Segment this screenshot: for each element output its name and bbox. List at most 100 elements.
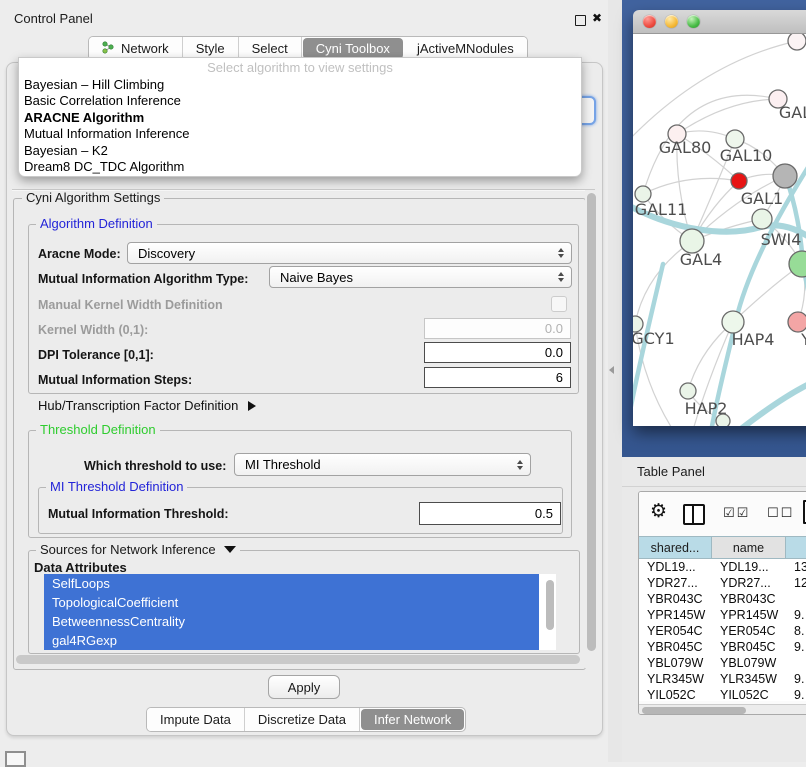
which-threshold-value: MI Threshold <box>245 457 321 472</box>
network-node-hap2[interactable] <box>680 383 696 399</box>
table-row[interactable]: YDL19...YDL19...13 <box>639 559 806 575</box>
which-threshold-select[interactable]: MI Threshold <box>234 453 531 476</box>
zoom-traffic-light-icon[interactable] <box>687 15 700 28</box>
table-row[interactable]: YPR145WYPR145W9. <box>639 607 806 623</box>
table-cell: 13 <box>786 559 806 575</box>
algorithm-option[interactable]: Bayesian – Hill Climbing <box>19 77 581 93</box>
attribute-item[interactable]: TopologicalCoefficient <box>44 593 539 612</box>
column-header[interactable]: name <box>712 536 786 559</box>
control-panel-title: Control Panel <box>14 11 93 26</box>
mi-threshold-input[interactable]: 0.5 <box>419 502 561 525</box>
apply-button[interactable]: Apply <box>268 675 340 699</box>
tab-cyni-toolbox[interactable]: Cyni Toolbox <box>303 38 403 59</box>
table-cell: 9. <box>786 607 806 623</box>
table-cell: YIL052C <box>639 687 712 701</box>
network-node-y-node[interactable] <box>788 312 806 332</box>
attribute-item[interactable]: gal4RGexp <box>44 631 539 650</box>
mi-algorithm-type-select[interactable]: Naive Bayes <box>269 266 572 288</box>
manual-kernel-width-checkbox[interactable] <box>551 296 567 312</box>
dpi-tolerance-input[interactable]: 0.0 <box>424 342 571 363</box>
cyni-algorithm-settings-title: Cyni Algorithm Settings <box>22 191 164 205</box>
tab-impute-data-label: Impute Data <box>160 712 231 727</box>
manual-kernel-width-label: Manual Kernel Width Definition <box>38 298 223 312</box>
network-node-node-bottom-partial[interactable] <box>716 414 730 426</box>
control-panel-window: Control Panel ✖ Network Style Select Cyn… <box>0 0 608 744</box>
settings-vertical-scrollbar[interactable] <box>585 190 598 668</box>
aracne-mode-label: Aracne Mode: <box>38 247 121 261</box>
table-cell: YBR043C <box>639 591 712 607</box>
attribute-item[interactable]: BetweennessCentrality <box>44 612 539 631</box>
sources-group-title[interactable]: Sources for Network Inference <box>36 543 240 557</box>
algorithm-option[interactable]: Dream8 DC_TDC Algorithm <box>19 159 581 175</box>
tab-discretize-data[interactable]: Discretize Data <box>245 708 360 731</box>
right-column: GALGAL80GAL10GAL11GAL1SWI4GAL4GCY1HAP4YH… <box>622 0 806 762</box>
panel-divider[interactable] <box>608 0 622 762</box>
table-row[interactable]: YBR043CYBR043C <box>639 591 806 607</box>
algorithm-option[interactable]: Basic Correlation Inference <box>19 93 581 109</box>
data-attributes-list[interactable]: SelfLoopsTopologicalCoefficientBetweenne… <box>44 574 556 650</box>
select-all-checkboxes-icon[interactable]: ☑☑ <box>723 506 750 521</box>
float-window-icon[interactable] <box>575 15 586 26</box>
table-cell: YDL19... <box>639 559 712 575</box>
table-cell: YBL079W <box>639 655 712 671</box>
table-horizontal-scrollbar[interactable] <box>639 704 806 715</box>
network-node-gray-node[interactable] <box>773 164 797 188</box>
network-node-node-top-partial[interactable] <box>788 34 806 50</box>
tab-infer-network[interactable]: Infer Network <box>361 709 464 730</box>
table-cell <box>786 655 806 671</box>
algorithm-option[interactable]: ARACNE Algorithm <box>19 110 581 126</box>
network-window-titlebar[interactable] <box>633 10 806 34</box>
table-row[interactable]: YIL052CYIL052C9. <box>639 687 806 701</box>
table-row[interactable]: YDR27...YDR27...12 <box>639 575 806 591</box>
minimized-panel-icon[interactable] <box>5 751 26 767</box>
table-row[interactable]: YBL079WYBL079W <box>639 655 806 671</box>
mi-steps-input[interactable]: 6 <box>424 367 571 388</box>
network-node-label: GAL1 <box>741 189 783 208</box>
network-node-label: GAL80 <box>659 138 712 157</box>
algorithm-option[interactable]: Mutual Information Inference <box>19 126 581 142</box>
settings-horizontal-scrollbar[interactable] <box>16 655 580 664</box>
kernel-width-input[interactable]: 0.0 <box>424 318 571 339</box>
algorithm-option[interactable]: Bayesian – K2 <box>19 143 581 159</box>
network-edge[interactable] <box>677 99 778 134</box>
gear-icon[interactable]: ⚙ <box>650 500 667 522</box>
close-traffic-light-icon[interactable] <box>643 15 656 28</box>
columns-icon[interactable] <box>683 504 705 525</box>
aracne-mode-select[interactable]: Discovery <box>127 242 572 264</box>
stepper-arrows-icon <box>558 272 564 282</box>
column-header[interactable]: A <box>786 536 806 559</box>
attribute-item[interactable]: SelfLoops <box>44 574 539 593</box>
close-icon[interactable]: ✖ <box>592 11 602 25</box>
divider-collapse-icon[interactable] <box>609 366 614 374</box>
network-node-label: GCY1 <box>633 329 675 348</box>
network-view-window[interactable]: GALGAL80GAL10GAL11GAL1SWI4GAL4GCY1HAP4YH… <box>633 10 806 425</box>
table-cell: YLR345W <box>712 671 786 687</box>
table-row[interactable]: YBR045CYBR045C9. <box>639 639 806 655</box>
network-node-label: Y <box>800 330 806 349</box>
minimize-traffic-light-icon[interactable] <box>665 15 678 28</box>
network-canvas[interactable]: GALGAL80GAL10GAL11GAL1SWI4GAL4GCY1HAP4YH… <box>633 34 806 426</box>
tab-jactivemnodules-label: jActiveMNodules <box>417 41 514 56</box>
column-header[interactable]: shared... <box>639 536 712 559</box>
network-edge[interactable] <box>643 178 739 194</box>
hub-definition-toggle[interactable]: Hub/Transcription Factor Definition <box>38 398 256 413</box>
network-node-green-node[interactable] <box>789 251 806 277</box>
tab-impute-data[interactable]: Impute Data <box>147 708 245 731</box>
table-row[interactable]: YLR345WYLR345W9. <box>639 671 806 687</box>
network-node-red-node[interactable] <box>731 173 747 189</box>
table-body: YDL19...YDL19...13YDR27...YDR27...12YBR0… <box>639 559 806 701</box>
kernel-width-label: Kernel Width (0,1): <box>38 323 148 337</box>
table-cell: YDR27... <box>639 575 712 591</box>
table-cell: YDR27... <box>712 575 786 591</box>
mi-algorithm-type-label: Mutual Information Algorithm Type: <box>38 272 248 286</box>
table-cell: YDL19... <box>712 559 786 575</box>
table-cell: YBR045C <box>639 639 712 655</box>
tab-cyni-toolbox-label: Cyni Toolbox <box>316 41 390 56</box>
network-edge-thick[interactable] <box>737 376 806 426</box>
algorithm-dropdown-placeholder: Select algorithm to view settings <box>19 59 581 77</box>
table-row[interactable]: YER054CYER054C8. <box>639 623 806 639</box>
deselect-all-checkboxes-icon[interactable]: ☐☐ <box>767 506 794 521</box>
tab-discretize-data-label: Discretize Data <box>258 712 346 727</box>
network-node-gal1[interactable] <box>752 209 772 229</box>
attributes-scrollbar[interactable] <box>545 576 555 648</box>
